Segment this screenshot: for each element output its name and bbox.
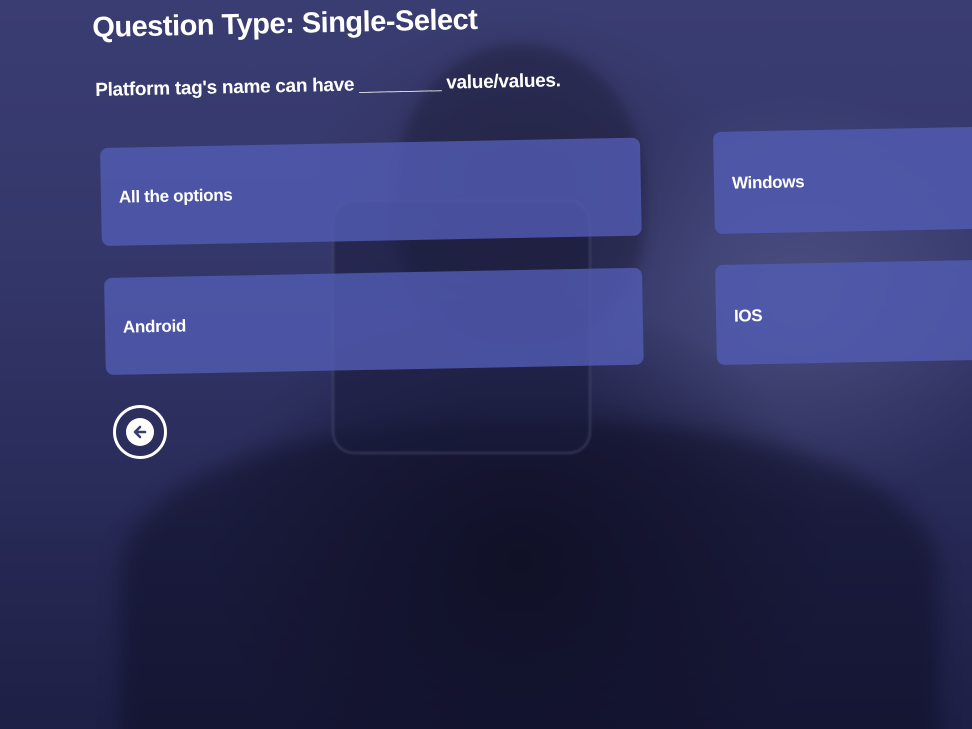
arrow-left-icon: [126, 418, 154, 446]
option-android[interactable]: Android: [104, 267, 644, 375]
option-label: IOS: [733, 306, 763, 326]
option-label: Android: [122, 316, 187, 337]
reflection-overlay: [120, 420, 940, 729]
quiz-screen: Question Type: Single-Select Platform ta…: [0, 0, 972, 729]
option-windows[interactable]: Windows: [713, 127, 972, 234]
option-ios[interactable]: IOS: [715, 260, 972, 365]
back-button[interactable]: [113, 405, 167, 459]
question-type-heading: Question Type: Single-Select: [92, 3, 478, 44]
option-label: Windows: [731, 172, 805, 193]
option-all-the-options[interactable]: All the options: [100, 137, 642, 246]
option-label: All the options: [118, 185, 233, 207]
